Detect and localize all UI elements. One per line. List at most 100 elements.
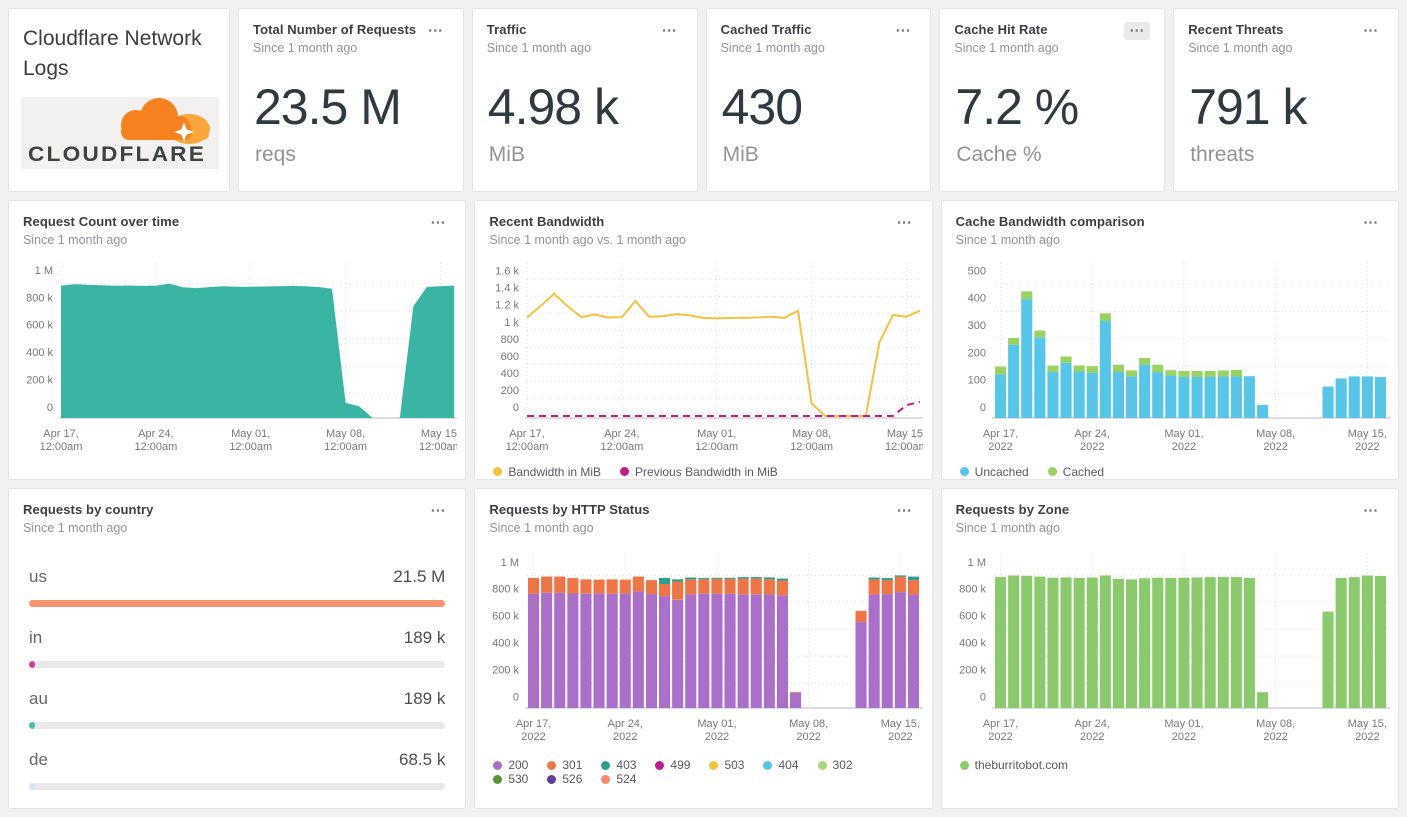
panel-subtitle: Since 1 month ago [486, 41, 592, 55]
stat-value: 4.98 k [487, 79, 619, 135]
chart-legend: theburritobot.com [959, 758, 1390, 772]
svg-text:Apr 24,12:00am: Apr 24, 12:00am [134, 428, 177, 453]
country-label: us [29, 567, 47, 587]
legend-item[interactable]: 530 [493, 772, 528, 786]
svg-text:0: 0 [513, 401, 519, 413]
panel-menu-icon[interactable] [657, 22, 683, 40]
panel-menu-icon[interactable] [1124, 22, 1151, 40]
svg-text:200 k: 200 k [492, 665, 519, 677]
legend-item[interactable]: Uncached [959, 465, 1029, 479]
legend-item[interactable]: 524 [601, 772, 636, 786]
legend-item[interactable]: theburritobot.com [959, 758, 1068, 772]
svg-text:May 01,12:00am: May 01, 12:00am [229, 428, 272, 453]
stat-panel-cached-traffic: Cached Traffic Since 1 month ago 430 MiB [705, 8, 932, 192]
legend-item[interactable]: 499 [655, 758, 690, 772]
panel-subtitle: Since 1 month ago [489, 521, 594, 536]
svg-text:400 k: 400 k [959, 638, 986, 650]
svg-text:May 01,2022: May 01, 2022 [698, 718, 737, 743]
svg-text:800 k: 800 k [26, 292, 53, 304]
stat-unit: MiB [722, 143, 759, 166]
country-bar [29, 783, 35, 791]
stat-unit: threats [1190, 143, 1255, 166]
panel-title: Cache Hit Rate [954, 22, 1048, 37]
http-status-chart[interactable]: 0 200 k 400 k 600 k 800 k 1 M Apr 17, 2022 Apr 2… [483, 541, 924, 786]
panel-menu-icon[interactable] [425, 214, 451, 232]
panel-menu-icon[interactable] [890, 22, 916, 40]
legend-item[interactable]: 403 [601, 758, 636, 772]
svg-text:300: 300 [967, 320, 985, 332]
recent-bandwidth-chart[interactable]: 0 200 400 600 800 1 k 1.2 k 1.4 k 1.6 k Apr 17, 12… [483, 253, 924, 479]
country-row: us 21.5 M [29, 567, 446, 608]
country-row: de 68.5 k [29, 750, 446, 791]
panel-menu-icon[interactable] [1358, 502, 1384, 520]
svg-text:May 01,2022: May 01, 2022 [1164, 428, 1203, 453]
legend-item[interactable]: Cached [1047, 465, 1104, 479]
panel-title: Traffic [486, 22, 527, 37]
panel-subtitle: Since 1 month ago [23, 521, 128, 536]
legend-item[interactable]: 200 [493, 758, 528, 772]
svg-text:May 15,12:00am: May 15,12:00am [885, 428, 923, 453]
legend-item[interactable]: 302 [817, 758, 853, 772]
stat-unit: reqs [255, 143, 296, 166]
panel-title: Requests by Zone [955, 502, 1070, 518]
chart-canvas: 0 200 k 400 k 600 k 800 k 1 M Apr 17, 2022 Apr 2… [959, 553, 1390, 743]
country-value: 21.5 M [393, 567, 446, 587]
svg-text:0: 0 [980, 402, 986, 414]
svg-text:May 08,2022: May 08, 2022 [1256, 428, 1295, 453]
panel-menu-icon[interactable] [1358, 22, 1384, 40]
panel-subtitle: Since 1 month ago [253, 41, 358, 55]
stat-value: 23.5 M [254, 79, 402, 135]
stat-panel-cache-hit-rate: Cache Hit Rate Since 1 month ago 7.2 % C… [939, 8, 1166, 192]
panel-title: Cache Bandwidth comparison [955, 213, 1145, 229]
panel-subtitle: Since 1 month ago [720, 41, 825, 55]
svg-text:May 08,2022: May 08, 2022 [1256, 718, 1295, 743]
svg-text:Apr 17,2022: Apr 17, 2022 [982, 718, 1017, 743]
svg-text:May 15,12:00am: May 15,12:00am [419, 428, 457, 453]
logo-panel: Cloudflare Network Logs CLOUDFLARE [8, 8, 230, 192]
svg-text:0: 0 [980, 692, 986, 704]
country-bar-track [29, 600, 446, 608]
panel-menu-icon[interactable] [423, 22, 449, 40]
svg-text:May 15,2022: May 15, 2022 [1347, 718, 1386, 743]
svg-text:Apr 24,2022: Apr 24, 2022 [1074, 428, 1109, 453]
legend-item[interactable]: Previous Bandwidth in MiB [620, 465, 778, 479]
panel-subtitle: Since 1 month ago [954, 41, 1059, 55]
panel-menu-icon[interactable] [1358, 214, 1384, 232]
stat-panel-total-requests: Total Number of Requests Since 1 month a… [238, 8, 464, 192]
svg-text:Apr 17,2022: Apr 17, 2022 [982, 428, 1017, 453]
chart-legend: Uncached Cached [959, 465, 1390, 479]
request-count-chart[interactable]: 0 200 k 400 k 600 k 800 k 1 M Apr 17, 12:00am Ap… [17, 253, 457, 453]
http-status-panel: Requests by HTTP Status Since 1 month ag… [474, 488, 933, 809]
svg-text:1.4 k: 1.4 k [495, 282, 519, 294]
panel-menu-icon[interactable] [892, 214, 918, 232]
legend-item[interactable]: 404 [763, 758, 799, 772]
svg-text:200: 200 [967, 347, 985, 359]
stat-unit: Cache % [956, 143, 1042, 166]
country-value: 189 k [403, 689, 446, 709]
country-bar [29, 661, 35, 669]
country-bar [29, 722, 35, 730]
legend-item[interactable]: Bandwidth in MiB [493, 465, 601, 479]
chart-canvas: 0 200 k 400 k 600 k 800 k 1 M Apr 17, 2022 Apr 2… [492, 553, 924, 743]
cloudflare-wordmark: CLOUDFLARE [28, 143, 206, 166]
request-count-panel: Request Count over time Since 1 month ag… [8, 199, 467, 481]
panel-menu-icon[interactable] [892, 502, 918, 520]
svg-text:1 M: 1 M [501, 557, 519, 569]
country-label: au [29, 689, 48, 709]
legend-item[interactable]: 503 [709, 758, 744, 772]
cache-bandwidth-chart[interactable]: 0 100 200 300 400 500 Apr 17, 2022 Apr 24, 2022 Ma… [950, 253, 1390, 479]
country-bar-track [29, 722, 446, 730]
svg-text:1.2 k: 1.2 k [495, 299, 519, 311]
legend-item[interactable]: 526 [547, 772, 582, 786]
panel-title: Requests by HTTP Status [489, 502, 650, 518]
requests-by-zone-chart[interactable]: 0 200 k 400 k 600 k 800 k 1 M Apr 17, 2022 Apr 2… [950, 541, 1390, 772]
chart-canvas: 0 100 200 300 400 500 Apr 17, 2022 Apr 24, 2022 Ma… [967, 262, 1390, 453]
legend-item[interactable]: 301 [547, 758, 582, 772]
panel-menu-icon[interactable] [425, 502, 451, 520]
svg-text:May 08,12:00am: May 08, 12:00am [791, 428, 834, 453]
svg-text:200: 200 [501, 384, 519, 396]
country-list: us 21.5 M in 189 k au 189 k de 68.5 k [9, 535, 465, 791]
stat-value: 791 k [1189, 79, 1307, 135]
svg-text:Apr 24,2022: Apr 24, 2022 [608, 718, 643, 743]
country-value: 68.5 k [399, 750, 446, 770]
